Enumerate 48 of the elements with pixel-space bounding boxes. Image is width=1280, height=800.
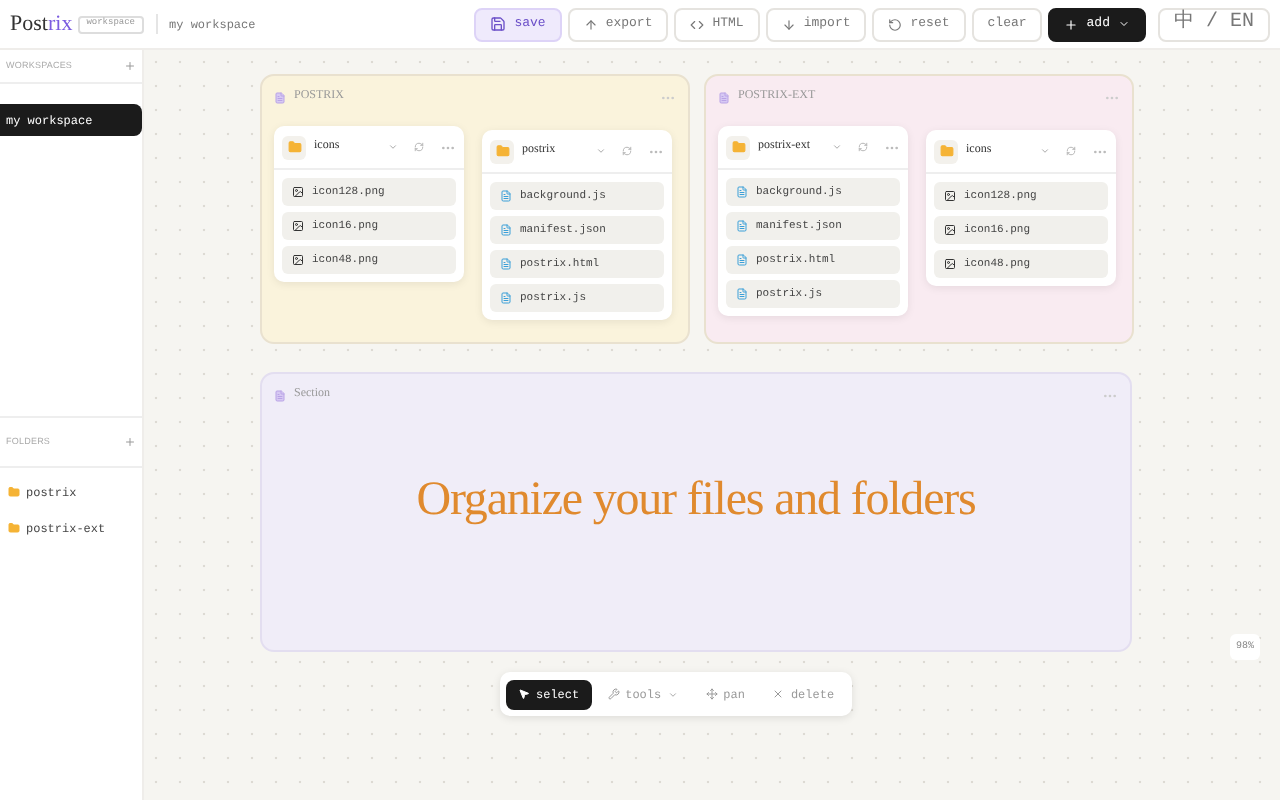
image-file-icon bbox=[944, 224, 956, 236]
down-arrow-icon bbox=[781, 17, 796, 31]
code-icon bbox=[690, 17, 705, 31]
up-arrow-icon bbox=[583, 17, 598, 31]
image-file-icon bbox=[944, 190, 956, 202]
caret-icon[interactable] bbox=[1040, 146, 1050, 156]
caret-icon bbox=[667, 689, 678, 699]
caret-icon[interactable] bbox=[832, 142, 842, 152]
code-file-icon bbox=[736, 186, 748, 198]
code-file-icon bbox=[500, 224, 512, 236]
wrench-icon bbox=[607, 688, 620, 700]
refresh-icon[interactable] bbox=[414, 142, 424, 152]
group-icon bbox=[274, 91, 286, 103]
caret-icon[interactable] bbox=[388, 142, 398, 152]
image-file-icon bbox=[292, 186, 304, 198]
code-file-icon bbox=[500, 292, 512, 304]
code-file-icon bbox=[736, 220, 748, 232]
refresh-icon[interactable] bbox=[858, 142, 868, 152]
logo: Postrix bbox=[10, 9, 73, 40]
code-file-icon bbox=[500, 190, 512, 202]
save-icon bbox=[490, 16, 507, 32]
refresh-icon[interactable] bbox=[622, 146, 632, 156]
move-icon bbox=[705, 688, 718, 700]
folder-icon bbox=[8, 522, 20, 534]
group-icon bbox=[718, 91, 730, 103]
code-file-icon bbox=[500, 258, 512, 270]
code-file-icon bbox=[736, 288, 748, 300]
folder-icon bbox=[726, 135, 750, 159]
code-file-icon bbox=[736, 254, 748, 266]
section-icon bbox=[274, 389, 286, 401]
caret-icon[interactable] bbox=[596, 146, 606, 156]
language-toggle[interactable]: 中 / EN bbox=[1157, 7, 1270, 41]
caret-icon bbox=[1117, 18, 1130, 30]
reset-icon bbox=[888, 17, 903, 31]
add-icon[interactable] bbox=[124, 436, 136, 448]
plus-icon bbox=[1064, 17, 1079, 31]
refresh-icon[interactable] bbox=[1066, 146, 1076, 156]
add-icon[interactable] bbox=[124, 60, 136, 72]
folder-icon bbox=[8, 486, 20, 498]
image-file-icon bbox=[292, 254, 304, 266]
headline: Organize your files and folders bbox=[416, 472, 976, 530]
pointer-icon bbox=[518, 688, 530, 700]
folder-icon bbox=[490, 139, 514, 163]
image-file-icon bbox=[292, 220, 304, 232]
close-icon bbox=[772, 688, 785, 700]
folder-icon bbox=[282, 135, 306, 159]
image-file-icon bbox=[944, 258, 956, 270]
folder-icon bbox=[934, 139, 958, 163]
